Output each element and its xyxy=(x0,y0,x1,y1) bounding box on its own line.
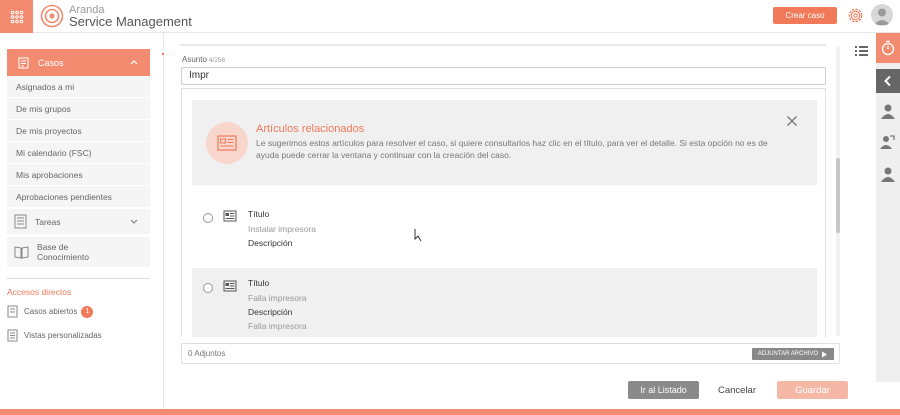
related-articles-box: Artículos relacionados Le sugerimos esto… xyxy=(181,88,826,337)
sidebar-divider xyxy=(7,278,150,279)
sidebar-casos-label: Casos xyxy=(38,57,64,68)
user-icon[interactable] xyxy=(880,166,896,182)
top-bar: Aranda Service Management Crear caso xyxy=(0,0,900,33)
shortcuts-title: Accesos directos xyxy=(7,287,72,297)
book-icon xyxy=(14,246,29,259)
result-item[interactable]: Título Instalar impresora Descripción xyxy=(192,199,817,261)
related-articles-text: Le sugerimos estos artículos para resolv… xyxy=(256,138,768,160)
chevron-up-icon[interactable] xyxy=(129,57,139,67)
attachments-count: 0 Adjuntos xyxy=(188,349,226,358)
sidebar-item-asignados[interactable]: Asignados a mi xyxy=(7,76,150,98)
aranda-logo-icon xyxy=(40,4,64,28)
sidebar-item-proyectos[interactable]: De mis proyectos xyxy=(7,120,150,142)
tasks-icon xyxy=(14,214,27,229)
sidebar-section-casos[interactable]: Casos xyxy=(7,49,150,76)
open-cases-badge: 1 xyxy=(81,305,94,318)
result-description-label: Descripción xyxy=(248,238,293,248)
cases-icon xyxy=(18,57,29,68)
result-title-link[interactable]: Instalar impresora xyxy=(248,224,316,234)
sidebar-section-knowledge[interactable]: Base de Conocimiento xyxy=(7,237,150,267)
result-title-label: Título xyxy=(248,209,270,219)
user-avatar[interactable] xyxy=(871,4,893,26)
document-icon xyxy=(7,305,18,318)
list-view-icon[interactable] xyxy=(855,45,868,60)
shortcut-open-cases[interactable]: Casos abiertos 1 xyxy=(7,305,94,318)
required-marker xyxy=(162,53,164,55)
shortcut-custom-views[interactable]: Vistas personalizadas xyxy=(7,329,102,342)
create-case-button[interactable]: Crear caso xyxy=(773,7,837,24)
related-articles-title: Artículos relacionados xyxy=(256,123,365,135)
user-icon[interactable] xyxy=(880,103,896,119)
result-title-label: Título xyxy=(248,278,270,288)
subject-label: Asunto 4/256 xyxy=(182,55,226,64)
sidebar-item-mis-aprobaciones[interactable]: Mis aprobaciones xyxy=(7,164,150,186)
chevron-left-icon xyxy=(884,75,891,87)
sidebar-item-grupos[interactable]: De mis grupos xyxy=(7,98,150,120)
custom-views-label: Vistas personalizadas xyxy=(24,331,102,340)
product-name: Service Management xyxy=(69,14,192,29)
knowledge-label-line2: Conocimiento xyxy=(37,252,89,262)
bottom-accent-bar xyxy=(0,409,900,415)
collapse-panel-button[interactable] xyxy=(876,69,900,93)
apps-grid-icon[interactable] xyxy=(0,0,33,33)
right-rail xyxy=(876,33,900,382)
article-icon xyxy=(223,210,237,222)
sidebar-item-aprobaciones-pendientes[interactable]: Aprobaciones pendientes xyxy=(7,186,150,208)
section-line xyxy=(180,44,826,46)
gear-icon[interactable] xyxy=(846,6,865,28)
article-icon xyxy=(223,280,237,292)
subject-input[interactable]: Impr xyxy=(181,67,826,85)
views-icon xyxy=(7,329,18,342)
casos-submenu: Asignados a mi De mis grupos De mis proy… xyxy=(7,76,150,208)
close-icon[interactable] xyxy=(786,115,798,127)
newspaper-icon xyxy=(206,122,248,164)
result-radio[interactable] xyxy=(203,213,213,223)
result-description-value: Falla impresora xyxy=(248,321,307,331)
result-item[interactable]: Título Falla impresora Descripción Falla… xyxy=(192,268,817,337)
subject-char-count: 4/256 xyxy=(208,57,226,64)
sidebar-section-tareas[interactable]: Tareas xyxy=(7,209,150,234)
attachments-bar: 0 Adjuntos ADJUNTAR ARCHIVO xyxy=(181,343,840,364)
sidebar-item-calendario[interactable]: Mi calendario (FSC) xyxy=(7,142,150,164)
related-articles-panel: Artículos relacionados Le sugerimos esto… xyxy=(192,100,817,185)
chevron-down-icon[interactable] xyxy=(129,217,139,227)
save-button[interactable]: Guardar xyxy=(777,381,848,399)
mouse-cursor-icon xyxy=(414,229,422,242)
brand-logo[interactable]: Aranda Service Management xyxy=(40,4,192,28)
play-icon xyxy=(822,351,828,357)
result-radio[interactable] xyxy=(203,283,213,293)
result-title-link[interactable]: Falla impresora xyxy=(248,293,307,303)
scrollbar-thumb[interactable] xyxy=(836,158,840,233)
open-cases-label: Casos abiertos xyxy=(24,307,78,316)
attach-file-button[interactable]: ADJUNTAR ARCHIVO xyxy=(752,348,834,360)
cancel-button[interactable]: Cancelar xyxy=(707,381,767,399)
user-transfer-icon[interactable] xyxy=(880,134,896,150)
result-description-label: Descripción xyxy=(248,307,293,317)
timer-icon[interactable] xyxy=(876,33,900,63)
knowledge-label-line1: Base de xyxy=(37,242,69,252)
go-to-list-button[interactable]: Ir al Listado xyxy=(628,381,699,399)
sidebar-tareas-label: Tareas xyxy=(35,216,61,227)
sidebar: Casos Asignados a mi De mis grupos De mi… xyxy=(0,33,164,415)
